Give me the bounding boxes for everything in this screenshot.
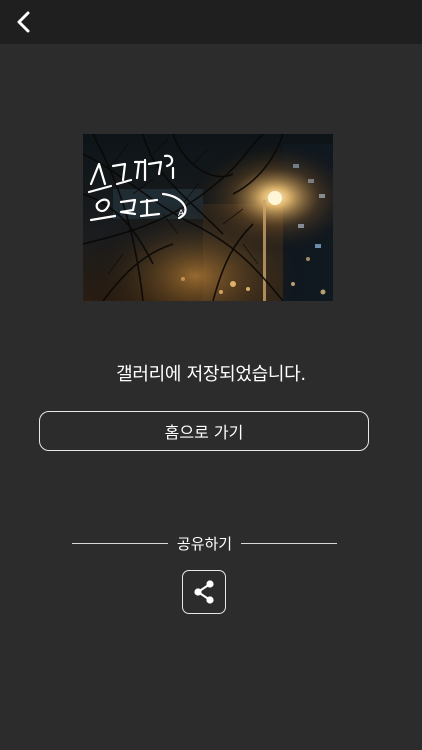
go-home-button[interactable]: 홈으로 가기	[39, 411, 369, 451]
save-success-message: 갤러리에 저장되었습니다.	[116, 364, 306, 385]
back-button[interactable]	[8, 6, 40, 38]
top-bar	[0, 0, 422, 44]
divider-line-left	[72, 542, 168, 544]
divider-line-right	[240, 542, 337, 544]
share-heading: 공유하기	[176, 534, 233, 553]
svg-text:A: A	[178, 209, 185, 219]
share-icon	[194, 580, 214, 604]
share-divider: 공유하기	[72, 532, 337, 554]
saved-image: A	[83, 134, 333, 301]
chevron-left-icon	[17, 11, 30, 33]
share-button[interactable]	[182, 570, 226, 614]
go-home-label: 홈으로 가기	[164, 423, 244, 442]
